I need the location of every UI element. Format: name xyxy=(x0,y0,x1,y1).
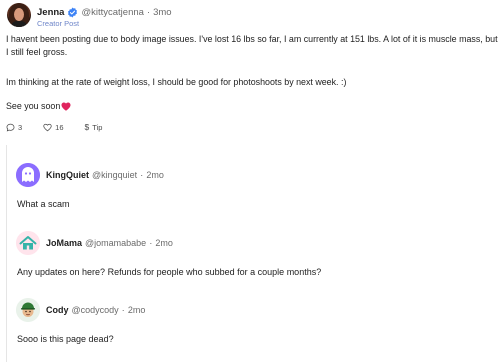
post-paragraph-3-text: See you soon xyxy=(6,101,61,111)
reply-button[interactable]: 3 xyxy=(6,123,22,132)
commenter-avatar[interactable] xyxy=(16,298,40,322)
separator-dot: · xyxy=(146,6,151,18)
red-heart-emoji-icon xyxy=(61,102,71,111)
comment-text: Sooo is this page dead? xyxy=(17,334,114,344)
comment-timestamp: 2mo xyxy=(127,305,146,315)
tip-label: Tip xyxy=(92,122,103,132)
author-name[interactable]: Jenna xyxy=(37,7,64,18)
speech-bubble-icon xyxy=(6,123,15,132)
thread-divider-line xyxy=(6,145,7,362)
post-header: Jenna @kittycatjenna · 3mo xyxy=(37,5,172,19)
commenter-handle[interactable]: @jomamababe xyxy=(85,238,146,248)
creator-post-tag: Creator Post xyxy=(37,19,80,28)
author-avatar[interactable] xyxy=(7,3,31,27)
like-count: 16 xyxy=(55,122,64,132)
separator-dot: · xyxy=(140,169,144,181)
post-actions: 3 16 $ Tip xyxy=(6,121,102,133)
reply-count: 3 xyxy=(18,122,23,132)
commenter-avatar[interactable] xyxy=(16,163,40,187)
comment-timestamp: 2mo xyxy=(155,238,173,248)
verified-badge-icon xyxy=(68,6,78,18)
author-handle[interactable]: @kittycatjenna xyxy=(81,7,143,18)
comment-header: Cody @codycody · 2mo xyxy=(46,304,145,316)
commenter-handle[interactable]: @kingquiet xyxy=(92,170,137,180)
post-paragraph-1: I havent been posting due to body image … xyxy=(6,34,498,57)
post-timestamp: 3mo xyxy=(153,6,172,18)
comment-timestamp: 2mo xyxy=(146,170,164,180)
comment-header: KingQuiet @kingquiet · 2mo xyxy=(46,169,164,181)
comment-header: JoMama @jomamababe · 2mo xyxy=(46,237,173,249)
commenter-handle[interactable]: @codycody xyxy=(72,305,119,315)
tip-button[interactable]: $ Tip xyxy=(82,122,103,132)
like-button[interactable]: 16 xyxy=(43,122,64,132)
heart-outline-icon xyxy=(43,123,52,131)
separator-dot: · xyxy=(149,237,153,249)
commenter-name[interactable]: Cody xyxy=(46,305,69,315)
comment-text: What a scam xyxy=(17,199,70,209)
cap-face-avatar-icon xyxy=(16,298,40,322)
commenter-avatar[interactable] xyxy=(16,231,40,255)
commenter-name[interactable]: JoMama xyxy=(46,238,82,248)
comment-text: Any updates on here? Refunds for people … xyxy=(17,267,322,277)
commenter-name[interactable]: KingQuiet xyxy=(46,170,89,180)
house-avatar-icon xyxy=(16,231,40,255)
dollar-sign-icon: $ xyxy=(84,122,90,132)
separator-dot: · xyxy=(121,304,125,316)
ghost-avatar-icon xyxy=(16,163,40,187)
post-paragraph-2: Im thinking at the rate of weight loss, … xyxy=(6,77,347,87)
post-paragraph-3: See you soon xyxy=(6,100,71,113)
